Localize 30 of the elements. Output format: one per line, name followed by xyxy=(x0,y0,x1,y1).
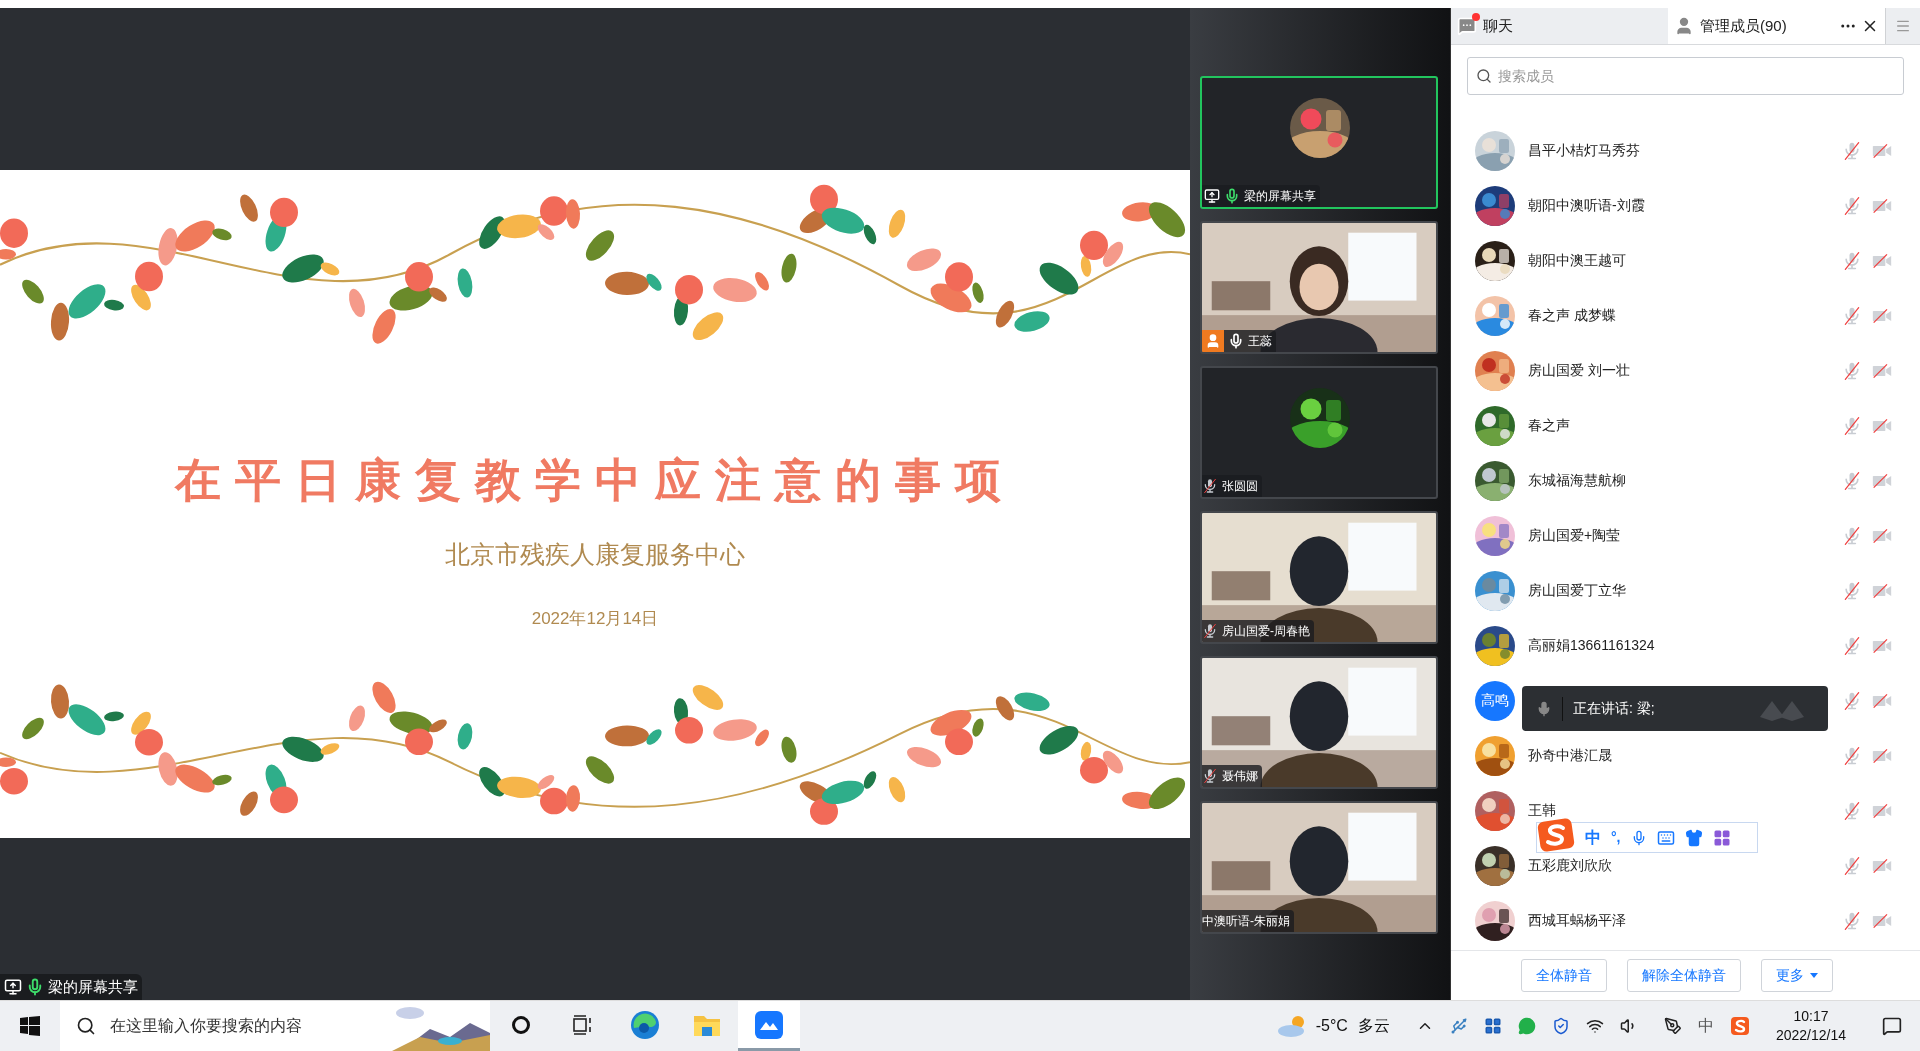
member-name: 春之声 xyxy=(1528,416,1570,435)
tab-label: 管理成员(90) xyxy=(1700,15,1787,36)
slide-date: 2022年12月14日 xyxy=(531,607,659,630)
member-name: 朝阳中澳听语-刘霞 xyxy=(1528,196,1645,215)
member-name: 五彩鹿刘欣欣 xyxy=(1528,856,1612,875)
speaking-text: 正在讲话: 梁; xyxy=(1573,699,1655,718)
participant-name: 张圆圆 xyxy=(1222,478,1258,495)
member-name: 高丽娟13661161324 xyxy=(1528,636,1655,655)
member-name: 房山国爱 刘一壮 xyxy=(1528,361,1630,380)
slide-subtitle: 北京市残疾人康复服务中心 xyxy=(445,539,745,570)
tab-label: 聊天 xyxy=(1483,15,1513,36)
participant-name: 中澳听语-朱丽娟 xyxy=(1202,913,1290,930)
weather-temperature: -5°C xyxy=(1315,1016,1348,1036)
member-name: 春之声 成梦蝶 xyxy=(1528,306,1616,325)
participant-name: 房山国爱-周春艳 xyxy=(1222,623,1310,640)
participant-name: 梁的屏幕共享 xyxy=(1244,188,1316,205)
participant-name: 聂伟娜 xyxy=(1222,768,1258,785)
member-name: 昌平小桔灯马秀芬 xyxy=(1528,141,1640,160)
member-name: 东城福海慧航柳 xyxy=(1528,471,1626,490)
slide-title: 在平日康复教学中应注意的事项 xyxy=(175,456,1015,506)
participant-name: 王蕊 xyxy=(1248,333,1272,350)
presenter-name: 梁的屏幕共享 xyxy=(48,976,138,997)
member-avatar: 高鸣 xyxy=(1475,680,1515,721)
member-name: 房山国爱+陶莹 xyxy=(1528,526,1621,545)
member-name: 朝阳中澳王越可 xyxy=(1528,251,1626,270)
member-name: 王韩 xyxy=(1528,801,1556,820)
member-name: 西城耳蜗杨平泽 xyxy=(1528,911,1626,930)
member-name: 房山国爱丁立华 xyxy=(1528,581,1626,600)
member-name: 孙奇中港汇晟 xyxy=(1528,746,1612,765)
weather-condition: 多云 xyxy=(1357,1016,1390,1036)
